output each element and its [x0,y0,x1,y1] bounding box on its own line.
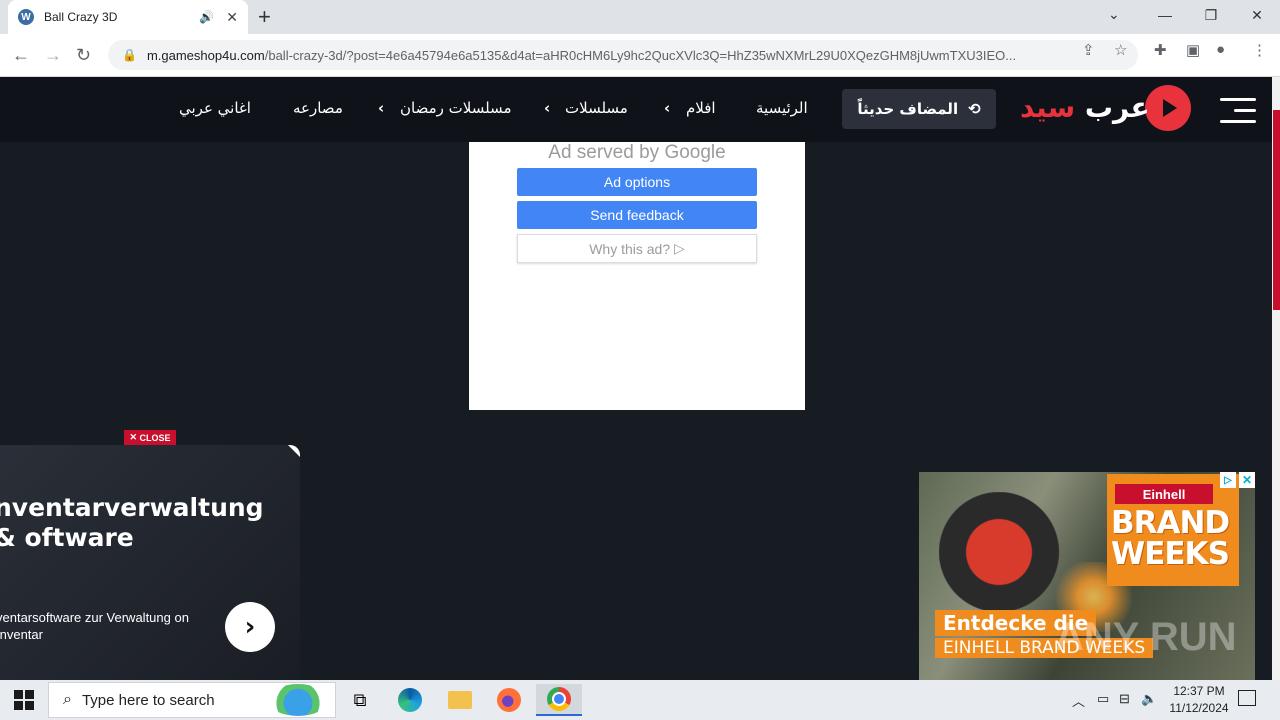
search-icon: ⌕ [63,691,72,708]
anyrun-watermark: ANY RUN [1055,615,1237,659]
site-logo-play-icon[interactable] [1145,85,1191,131]
ad-options-button[interactable]: Ad options [517,168,757,196]
nav-ramadan-series[interactable]: مسلسلات رمضان [400,99,511,117]
menu-kebab-icon[interactable]: ⋮ [1252,41,1267,59]
logo-word-white: عرب [1084,91,1150,124]
browser-tab-strip: W Ball Crazy 3D 🔊 ✕ + ⌄ — ❐ ✕ [0,0,1280,34]
nav-series[interactable]: مسلسلات [565,99,628,117]
nav-arabic-songs[interactable]: اغاني عربي [179,99,251,117]
einhell-logo: Einhell [1115,484,1213,504]
window-controls: — ❐ ✕ [1142,0,1280,30]
search-placeholder: Type here to search [81,691,215,709]
tab-search-chevron-icon[interactable]: ⌄ [1108,6,1120,23]
restore-button[interactable]: ❐ [1188,0,1234,30]
logo-word-red: سيد [1020,91,1076,124]
close-icon[interactable]: ✕ [1239,472,1255,488]
taskbar-clock[interactable]: 12:37 PM 11/12/2024 [1160,683,1238,717]
close-ad-label: CLOSE [139,432,171,443]
clock-time: 12:37 PM [1173,684,1225,698]
ad-served-label: Ad served by [548,142,660,163]
address-bar[interactable]: 🔒 m.gameshop4u.com/ball-crazy-3d/?post=4… [108,40,1138,70]
meet-now-icon[interactable]: ▭ [1097,691,1109,707]
einhell-logo-text: Einhell [1142,486,1186,502]
nav-wrestling[interactable]: مصارعه [293,99,343,117]
firefox-icon[interactable] [489,684,529,716]
chrome-icon[interactable] [536,684,582,716]
file-explorer-icon[interactable] [440,684,480,716]
browser-toolbar: ← → ↻ 🔒 m.gameshop4u.com/ball-crazy-3d/?… [0,34,1280,77]
hamburger-menu-icon[interactable] [1220,98,1256,131]
volume-icon[interactable]: 🔈 [1141,691,1157,707]
nav-home[interactable]: الرئيسية [756,99,808,117]
windows-start-icon[interactable] [14,690,34,710]
side-panel-icon[interactable]: ▣ [1186,41,1200,59]
back-button[interactable]: ← [12,45,30,66]
chevron-left-icon[interactable]: ‹ [544,99,550,117]
google-brand-text: Google [664,142,726,163]
inventory-software-ad[interactable]: nventarverwaltung & oftware ventarsoftwa… [0,445,300,680]
url-text: m.gameshop4u.com/ball-crazy-3d/?post=4e6… [147,48,1077,63]
tab-title: Ball Crazy 3D [44,10,118,24]
url-path: /ball-crazy-3d/?post=4e6a45794e6a5135&d4… [264,47,1017,63]
send-feedback-button[interactable]: Send feedback [517,201,757,229]
forward-button[interactable]: → [44,45,62,66]
recently-added-label: المضاف حديثاً [857,100,959,118]
why-this-ad-label: Why this ad? [589,240,671,257]
lock-icon[interactable]: 🔒 [122,48,137,62]
ad-headline: nventarverwaltung & oftware [0,493,264,552]
close-tab-icon[interactable]: ✕ [226,9,238,26]
history-icon: ⟲ [968,100,981,118]
weather-globe-icon[interactable] [268,684,328,716]
close-ad-button[interactable]: ✕ CLOSE [124,430,176,445]
minimize-button[interactable]: — [1142,0,1188,30]
share-icon[interactable]: ⇪ [1082,41,1095,59]
site-header: عرب سيد ⟲ المضاف حديثاً الرئيسية افلام ‹… [0,77,1272,142]
scrollbar-thumb[interactable] [1273,110,1280,310]
extensions-icon[interactable]: ✚ [1154,41,1167,59]
tray-overflow-chevron-icon[interactable]: ︿ [1072,691,1085,710]
adchoices-icon[interactable]: ▷ [1220,472,1236,488]
chevron-right-icon[interactable]: › [225,602,275,652]
nav-movies[interactable]: افلام [686,99,716,117]
close-window-button[interactable]: ✕ [1234,0,1280,30]
clock-date: 11/12/2024 [1169,701,1229,715]
url-domain: m.gameshop4u.com [146,47,265,63]
notification-icon[interactable] [1238,690,1256,706]
google-ad-box: Ad served by Google Ad options Send feed… [469,142,805,410]
task-view-icon[interactable]: ⧉ [340,684,380,716]
chevron-left-icon[interactable]: ‹ [378,99,384,117]
new-tab-button[interactable]: + [258,4,271,30]
recently-added-button[interactable]: ⟲ المضاف حديثاً [842,89,996,129]
wordpress-icon: W [18,9,34,25]
bookmark-star-icon[interactable]: ☆ [1114,41,1127,59]
chevron-left-icon[interactable]: ‹ [664,99,670,117]
brand-weeks-headline: BRAND WEEKS [1111,505,1230,572]
windows-taskbar: ⌕ Type here to search ⧉ ︿ ▭ ⊟ 🔈 12:37 PM… [0,680,1280,720]
network-icon[interactable]: ⊟ [1119,691,1130,707]
play-triangle-icon: ▷ [674,240,685,256]
browser-tab[interactable]: W Ball Crazy 3D 🔊 ✕ [8,0,248,34]
ad-corner-marker [288,445,300,457]
profile-avatar-icon[interactable]: ● [1216,41,1225,58]
ad-subtext: ventarsoftware zur Verwaltung on Inventa… [0,610,189,642]
ad-served-by-text: Ad served by Google [469,142,805,164]
site-logo-text[interactable]: عرب سيد [1020,91,1150,124]
reload-button[interactable]: ↻ [76,45,91,66]
edge-browser-icon[interactable] [390,684,430,716]
speaker-icon[interactable]: 🔊 [199,10,214,24]
why-this-ad-button[interactable]: Why this ad? ▷ [517,234,757,263]
